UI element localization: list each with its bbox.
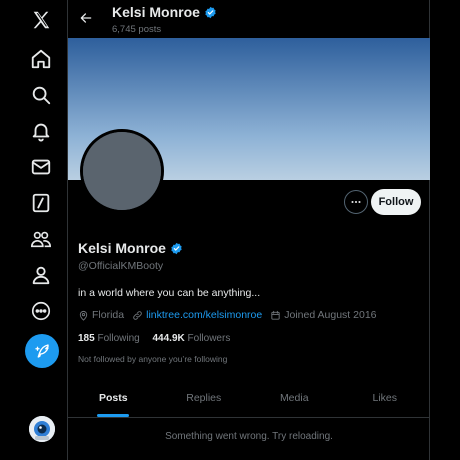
joined-date: Joined August 2016	[284, 309, 377, 321]
follow-button[interactable]: Follow	[371, 189, 421, 215]
post-count: 6,745 posts	[112, 24, 162, 35]
profile-name-row: Kelsi Monroe	[78, 240, 183, 256]
more-options-button[interactable]	[344, 190, 368, 214]
following-label: Following	[97, 333, 140, 344]
sidebar-nav	[0, 0, 68, 460]
link-icon	[133, 310, 142, 320]
verified-badge-icon	[171, 242, 182, 254]
location-pin-icon	[79, 310, 88, 321]
tab-likes-label: Likes	[372, 391, 397, 404]
profile-column: Kelsi Monroe 6,745 posts Follow Kelsi Mo…	[68, 0, 430, 460]
verified-badge-icon	[205, 6, 216, 18]
joined-item: Joined August 2016	[270, 309, 377, 321]
followers-label: Followers	[187, 333, 231, 344]
search-icon[interactable]	[22, 76, 60, 114]
follow-stats: 185 Following 444.9K Followers	[78, 333, 240, 344]
feed-error-message: Something went wrong. Try reloading.	[165, 431, 333, 442]
home-icon[interactable]	[22, 40, 60, 78]
profile-header-bar: Kelsi Monroe 6,745 posts	[68, 0, 430, 38]
tab-posts-label: Posts	[98, 391, 128, 404]
more-icon[interactable]	[22, 292, 60, 330]
calendar-icon	[271, 310, 280, 320]
tab-likes[interactable]: Likes	[340, 378, 431, 417]
profile-bio: in a world where you can be anything...	[78, 287, 261, 299]
x-logo-icon[interactable]	[22, 1, 60, 39]
header-display-name: Kelsi Monroe	[112, 4, 200, 20]
tab-media-label: Media	[279, 391, 309, 404]
grok-icon[interactable]	[22, 184, 60, 222]
website-item: linktree.com/kelsimonroe	[132, 309, 262, 321]
more-dots-icon	[351, 200, 361, 204]
communities-icon[interactable]	[22, 220, 60, 258]
following-count: 185	[78, 333, 95, 344]
profile-avatar[interactable]	[80, 129, 164, 213]
account-avatar[interactable]	[29, 416, 55, 442]
tab-replies-label: Replies	[186, 391, 222, 404]
messages-mail-icon[interactable]	[22, 148, 60, 186]
profile-icon[interactable]	[22, 256, 60, 294]
back-button[interactable]	[74, 6, 98, 30]
compose-post-button[interactable]	[25, 334, 59, 368]
active-tab-indicator	[97, 414, 130, 417]
website-link[interactable]: linktree.com/kelsimonroe	[146, 309, 262, 321]
header-name-row: Kelsi Monroe	[112, 4, 217, 20]
profile-meta: Florida linktree.com/kelsimonroe Joined …	[78, 309, 385, 321]
profile-display-name: Kelsi Monroe	[78, 240, 166, 256]
notifications-bell-icon[interactable]	[22, 112, 60, 150]
tab-replies[interactable]: Replies	[159, 378, 250, 417]
compose-post-icon	[35, 344, 49, 358]
tab-media[interactable]: Media	[249, 378, 340, 417]
profile-tabs: Posts Replies Media Likes	[68, 378, 430, 418]
location-item: Florida	[78, 309, 124, 321]
not-followed-notice: Not followed by anyone you’re following	[78, 354, 228, 364]
following-stat[interactable]: 185 Following	[78, 333, 140, 344]
location-text: Florida	[92, 309, 125, 321]
profile-handle: @OfficialKMBooty	[78, 260, 164, 272]
tab-posts[interactable]: Posts	[68, 378, 159, 417]
followers-stat[interactable]: 444.9K Followers	[153, 333, 231, 344]
back-arrow-icon	[80, 13, 92, 23]
followers-count: 444.9K	[152, 333, 185, 344]
